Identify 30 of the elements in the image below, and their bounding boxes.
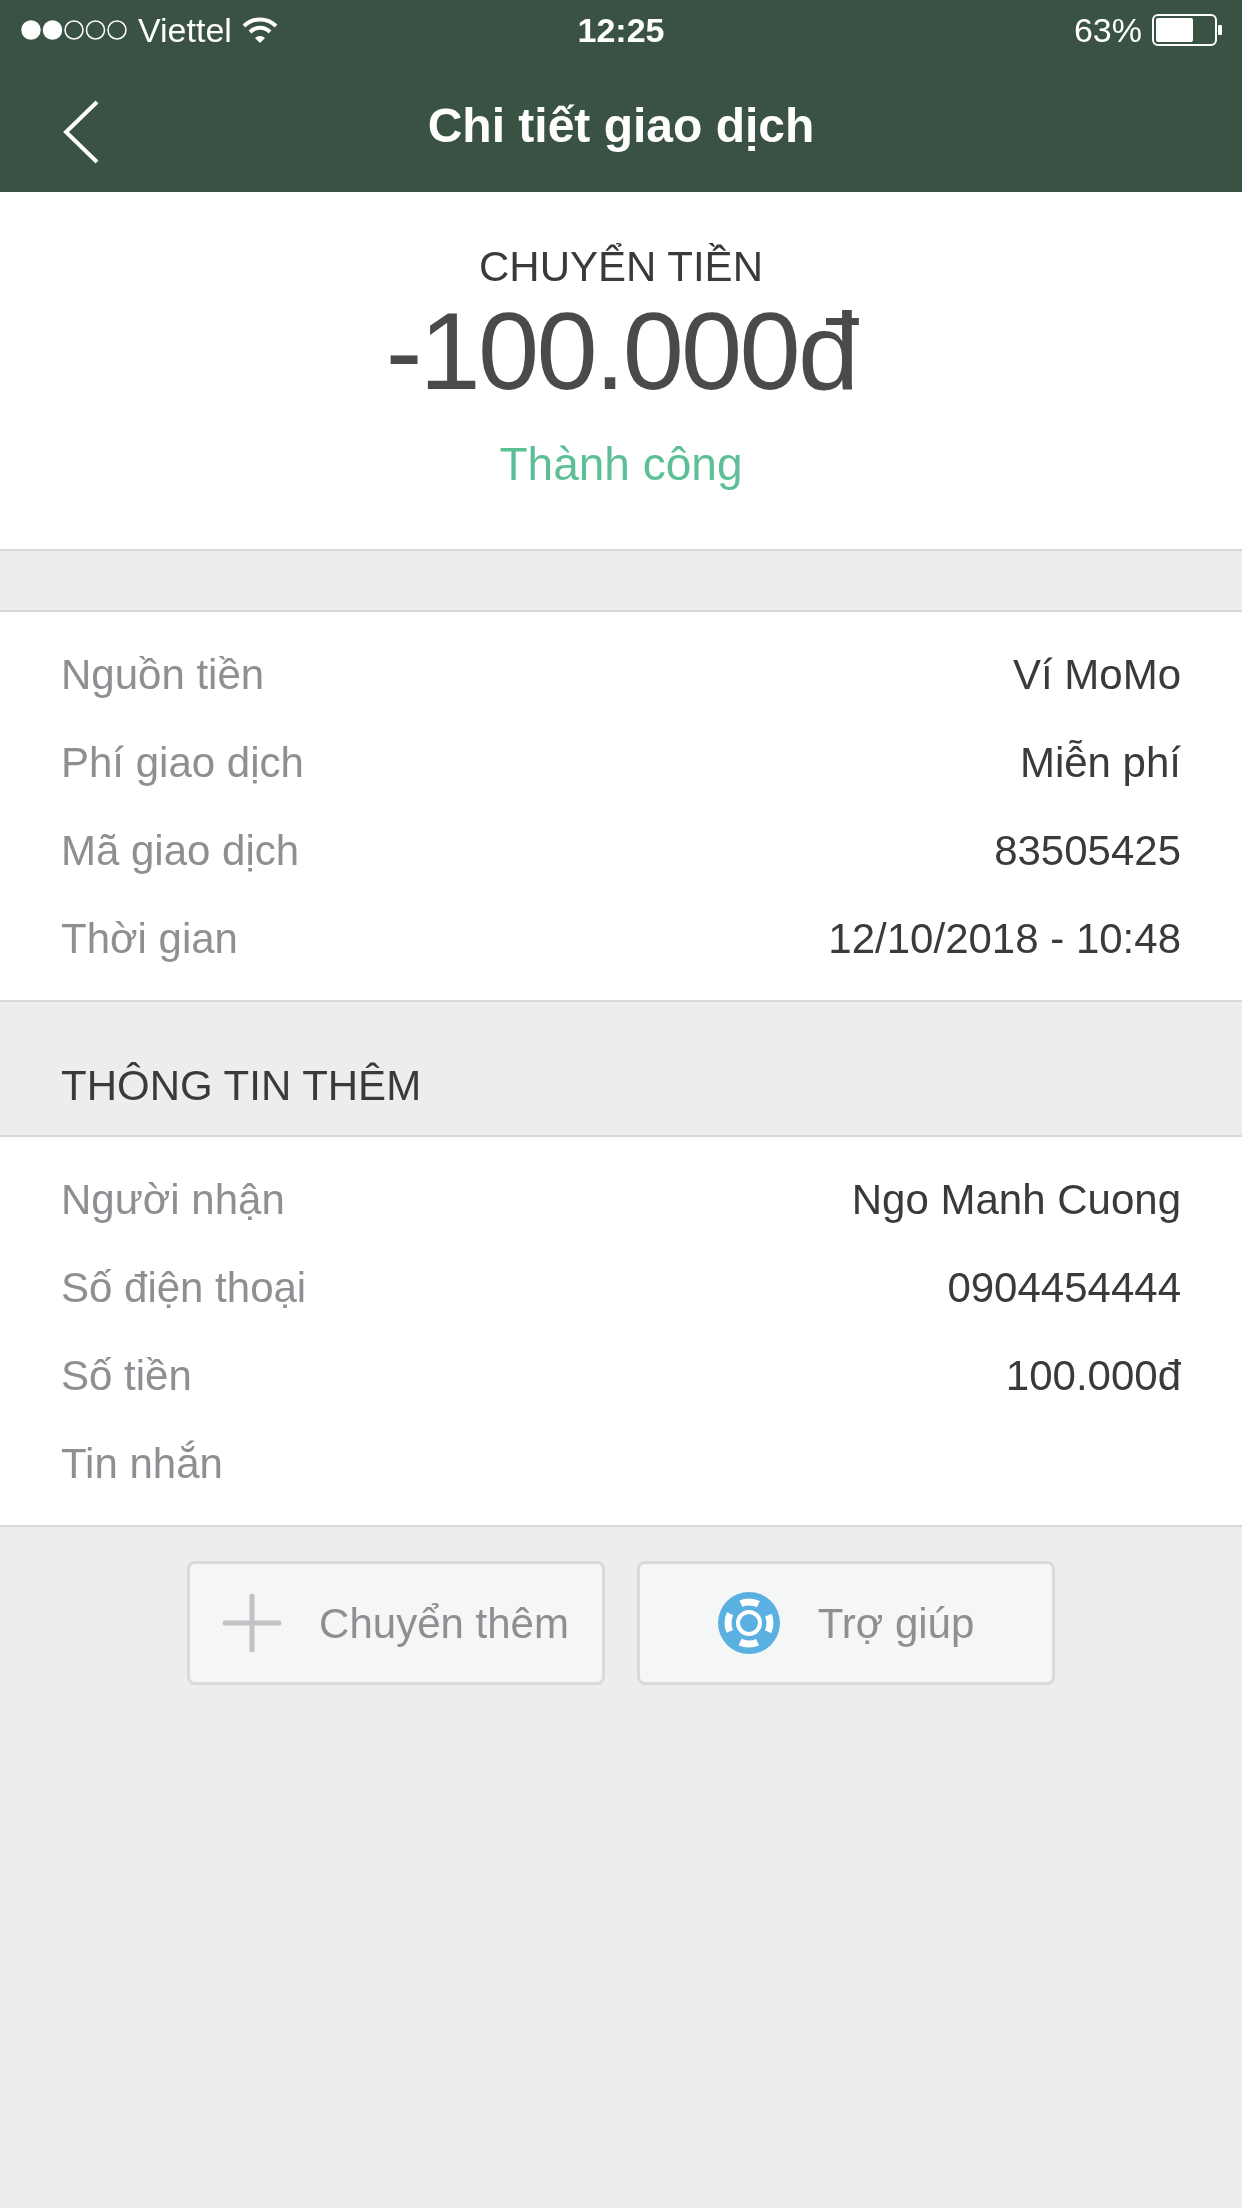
back-icon bbox=[63, 100, 99, 164]
field-label: Nguồn tiền bbox=[61, 649, 265, 700]
transaction-status: Thành công bbox=[499, 437, 743, 492]
lifebuoy-icon bbox=[717, 1592, 780, 1654]
field-label: Người nhận bbox=[61, 1174, 285, 1225]
battery-icon bbox=[1152, 14, 1222, 46]
battery-percent: 63% bbox=[1073, 9, 1142, 51]
field-value: 100.000đ bbox=[1005, 1350, 1181, 1401]
field-label: Mã giao dịch bbox=[61, 825, 300, 876]
clock-time: 12:25 bbox=[577, 9, 665, 51]
action-button[interactable]: Chuyển thêm bbox=[187, 1561, 605, 1685]
screen-title: Chi tiết giao dịch bbox=[427, 98, 815, 154]
transaction-amount: -100.000đ bbox=[385, 296, 857, 406]
plus-icon bbox=[223, 1594, 282, 1652]
field-label: Số điện thoại bbox=[61, 1262, 307, 1313]
field-value: 12/10/2018 - 10:48 bbox=[828, 913, 1181, 964]
signal-icon bbox=[20, 19, 128, 41]
carrier-name: Viettel bbox=[138, 9, 232, 51]
wifi-icon bbox=[241, 16, 278, 44]
field-value: Miễn phí bbox=[1019, 737, 1181, 788]
field-value: 0904454444 bbox=[947, 1262, 1181, 1313]
field-label: Số tiền bbox=[61, 1350, 192, 1401]
field-label: Thời gian bbox=[61, 913, 238, 964]
field-value: Ngo Manh Cuong bbox=[851, 1174, 1181, 1225]
field-value: 83505425 bbox=[994, 825, 1181, 876]
field-value: Ví MoMo bbox=[1012, 649, 1181, 700]
section-heading: THÔNG TIN THÊM bbox=[61, 1061, 422, 1111]
action-button[interactable]: Trợ giúp bbox=[637, 1561, 1055, 1685]
field-label: Tin nhắn bbox=[61, 1438, 223, 1489]
field-label: Phí giao dịch bbox=[61, 737, 304, 788]
